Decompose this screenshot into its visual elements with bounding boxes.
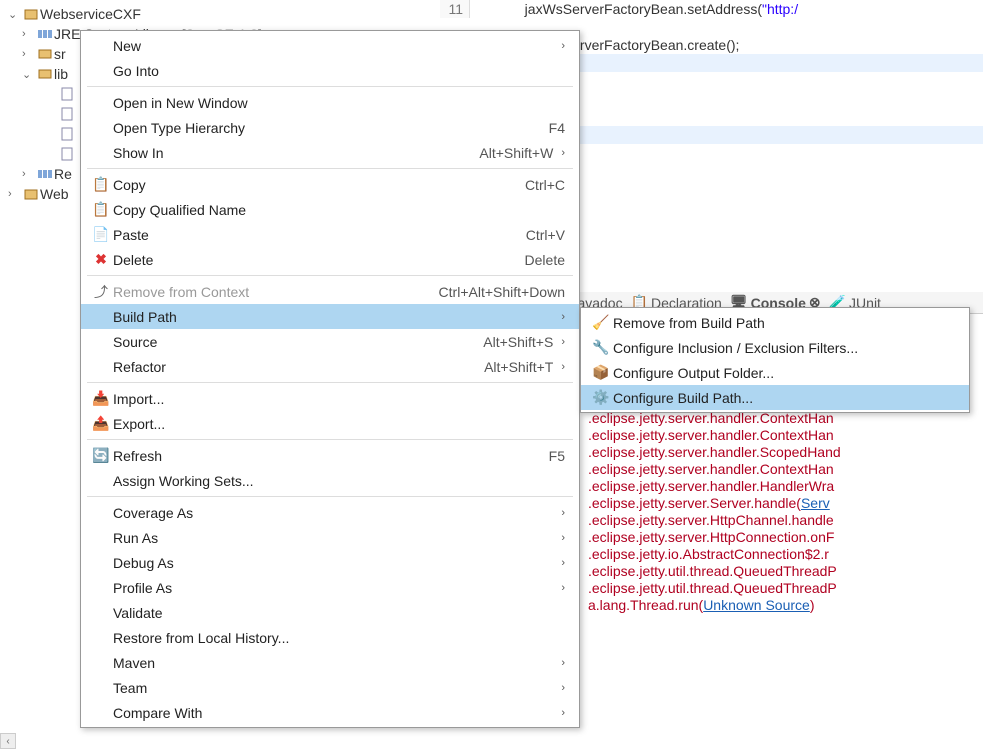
menu-item-debug-as[interactable]: Debug As› <box>81 550 579 575</box>
package-icon <box>36 48 54 60</box>
menu-item-export-[interactable]: 📤Export... <box>81 411 579 436</box>
import-icon: 📥 <box>89 390 113 407</box>
menu-item-maven[interactable]: Maven› <box>81 650 579 675</box>
submenu-item-configure-build-path-[interactable]: ⚙️Configure Build Path... <box>581 385 969 410</box>
config-icon: ⚙️ <box>589 389 613 406</box>
menu-item-source[interactable]: SourceAlt+Shift+S› <box>81 329 579 354</box>
tree-label: Re <box>54 166 72 182</box>
menu-item-profile-as[interactable]: Profile As› <box>81 575 579 600</box>
library-icon <box>36 168 54 180</box>
menu-item-assign-working-sets-[interactable]: Assign Working Sets... <box>81 468 579 493</box>
submenu-item-remove-from-build-path[interactable]: 🧹Remove from Build Path <box>581 310 969 335</box>
package-icon <box>36 68 54 80</box>
menu-item-coverage-as[interactable]: Coverage As› <box>81 500 579 525</box>
menu-item-copy-qualified-name[interactable]: 📋Copy Qualified Name <box>81 197 579 222</box>
console-output[interactable]: .eclipse.jetty.server.handler.ContextHan… <box>588 410 983 739</box>
submenu-item-configure-output-folder-[interactable]: 📦Configure Output Folder... <box>581 360 969 385</box>
tree-label: WebserviceCXF <box>40 6 141 22</box>
file-icon <box>58 127 76 141</box>
copy-icon: 📋 <box>89 176 113 193</box>
menu-item-open-type-hierarchy[interactable]: Open Type HierarchyF4 <box>81 115 579 140</box>
collapse-arrow-icon[interactable]: ⌄ <box>22 68 36 81</box>
menu-item-refactor[interactable]: RefactorAlt+Shift+T› <box>81 354 579 379</box>
tree-label: Web <box>40 186 69 202</box>
copy-icon: 📋 <box>89 201 113 218</box>
output-icon: 📦 <box>589 364 613 381</box>
expand-arrow-icon[interactable]: › <box>8 188 22 200</box>
build-path-submenu[interactable]: 🧹Remove from Build Path🔧Configure Inclus… <box>580 307 970 413</box>
expand-arrow-icon[interactable]: › <box>22 48 36 60</box>
menu-item-compare-with[interactable]: Compare With› <box>81 700 579 725</box>
menu-item-run-as[interactable]: Run As› <box>81 525 579 550</box>
menu-item-go-into[interactable]: Go Into <box>81 58 579 83</box>
remove-bp-icon: 🧹 <box>589 314 613 331</box>
file-icon <box>58 87 76 101</box>
context-menu[interactable]: New›Go Into Open in New WindowOpen Type H… <box>80 30 580 728</box>
tree-project-root[interactable]: ⌄ WebserviceCXF <box>0 4 440 24</box>
menu-item-delete[interactable]: ✖DeleteDelete <box>81 247 579 272</box>
filter-icon: 🔧 <box>589 339 613 356</box>
export-icon: 📤 <box>89 415 113 432</box>
menu-item-copy[interactable]: 📋CopyCtrl+C <box>81 172 579 197</box>
menu-item-paste[interactable]: 📄PasteCtrl+V <box>81 222 579 247</box>
editor-gutter: 11 <box>440 0 470 18</box>
project-icon <box>22 187 40 201</box>
menu-item-validate[interactable]: Validate <box>81 600 579 625</box>
delete-icon: ✖ <box>89 251 113 268</box>
tree-label: lib <box>54 66 68 82</box>
menu-item-refresh[interactable]: 🔄RefreshF5 <box>81 443 579 468</box>
menu-item-build-path[interactable]: Build Path› <box>81 304 579 329</box>
project-icon <box>22 7 40 21</box>
tree-label: sr <box>54 46 66 62</box>
submenu-item-configure-inclusion-exclusion-filters-[interactable]: 🔧Configure Inclusion / Exclusion Filters… <box>581 335 969 360</box>
menu-item-team[interactable]: Team› <box>81 675 579 700</box>
library-icon <box>36 28 54 40</box>
menu-item-import-[interactable]: 📥Import... <box>81 386 579 411</box>
scroll-left-button[interactable]: ‹ <box>0 733 16 749</box>
remove-icon: ⤴ <box>89 282 113 302</box>
menu-item-remove-from-context: ⤴Remove from ContextCtrl+Alt+Shift+Down <box>81 279 579 304</box>
menu-item-open-in-new-window[interactable]: Open in New Window <box>81 90 579 115</box>
expand-arrow-icon[interactable]: › <box>22 168 36 180</box>
file-icon <box>58 147 76 161</box>
expand-arrow-icon[interactable]: › <box>22 28 36 40</box>
file-icon <box>58 107 76 121</box>
menu-item-restore-from-local-history-[interactable]: Restore from Local History... <box>81 625 579 650</box>
menu-item-show-in[interactable]: Show InAlt+Shift+W› <box>81 140 579 165</box>
expand-arrow-icon[interactable]: ⌄ <box>8 8 22 21</box>
refresh-icon: 🔄 <box>89 447 113 464</box>
menu-item-new[interactable]: New› <box>81 33 579 58</box>
paste-icon: 📄 <box>89 226 113 243</box>
